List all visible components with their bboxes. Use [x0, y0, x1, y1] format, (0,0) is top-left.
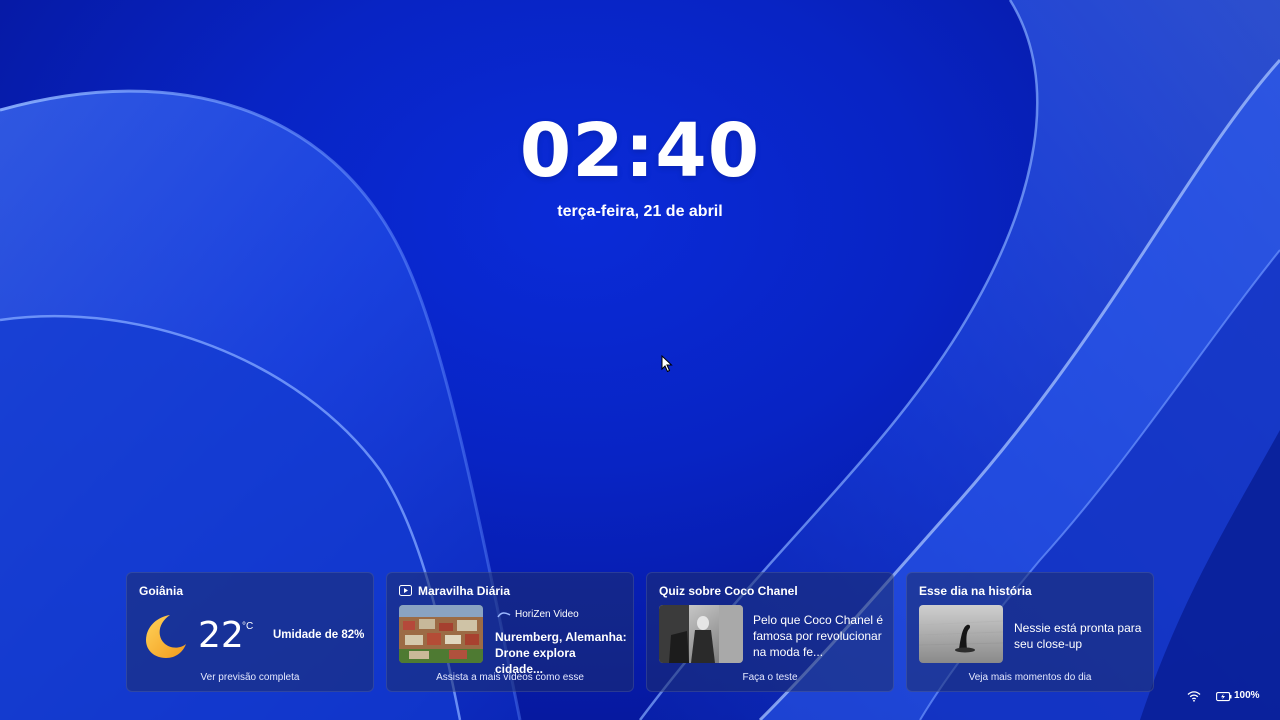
battery-percentage: 100% [1234, 690, 1260, 701]
weather-widget[interactable]: Goiânia 22 °C Umidade de 82% Ver previsã… [126, 572, 374, 692]
lock-screen-clock: 02:40 [519, 108, 761, 194]
moon-icon [146, 615, 186, 658]
take-quiz-link[interactable]: Faça o teste [647, 672, 893, 683]
temperature-unit: °C [242, 621, 254, 632]
horizen-logo-icon [497, 612, 511, 618]
more-moments-link[interactable]: Veja mais momentos do dia [907, 672, 1153, 683]
wifi-icon[interactable] [1187, 690, 1201, 702]
video-source: HoriZen Video [515, 609, 579, 620]
quiz-widget-title: Quiz sobre Coco Chanel [659, 584, 798, 598]
humidity-text: Umidade de 82% [273, 629, 365, 641]
weather-forecast-link[interactable]: Ver previsão completa [127, 672, 373, 683]
history-text[interactable]: Nessie está pronta para seu close-up [1014, 620, 1150, 652]
history-widget[interactable]: Esse dia na história Nessie está pronta … [906, 572, 1154, 692]
temperature-value: 22 [198, 615, 244, 656]
video-widget[interactable]: Maravilha Diária HoriZen Video Nuremberg… [386, 572, 634, 692]
video-widget-title: Maravilha Diária [418, 584, 511, 598]
nessie-photo [919, 605, 1003, 663]
quiz-question[interactable]: Pelo que Coco Chanel é famosa por revolu… [753, 612, 889, 660]
video-headline[interactable]: Nuremberg, Alemanha: Drone explora cidad… [495, 629, 627, 677]
quiz-widget[interactable]: Quiz sobre Coco Chanel Pelo que Coco Cha… [646, 572, 894, 692]
video-thumbnail[interactable] [399, 605, 483, 663]
battery-icon[interactable] [1216, 690, 1232, 702]
coco-chanel-photo [659, 605, 743, 663]
lock-screen-date: terça-feira, 21 de abril [557, 203, 723, 220]
more-videos-link[interactable]: Assista a mais vídeos como esse [387, 672, 633, 683]
lock-screen[interactable]: 02:40 terça-feira, 21 de abril Goiânia 2… [0, 0, 1280, 720]
history-widget-title: Esse dia na história [919, 584, 1032, 598]
play-video-icon [399, 585, 412, 596]
mouse-pointer-icon [661, 355, 673, 373]
weather-city: Goiânia [139, 584, 184, 598]
